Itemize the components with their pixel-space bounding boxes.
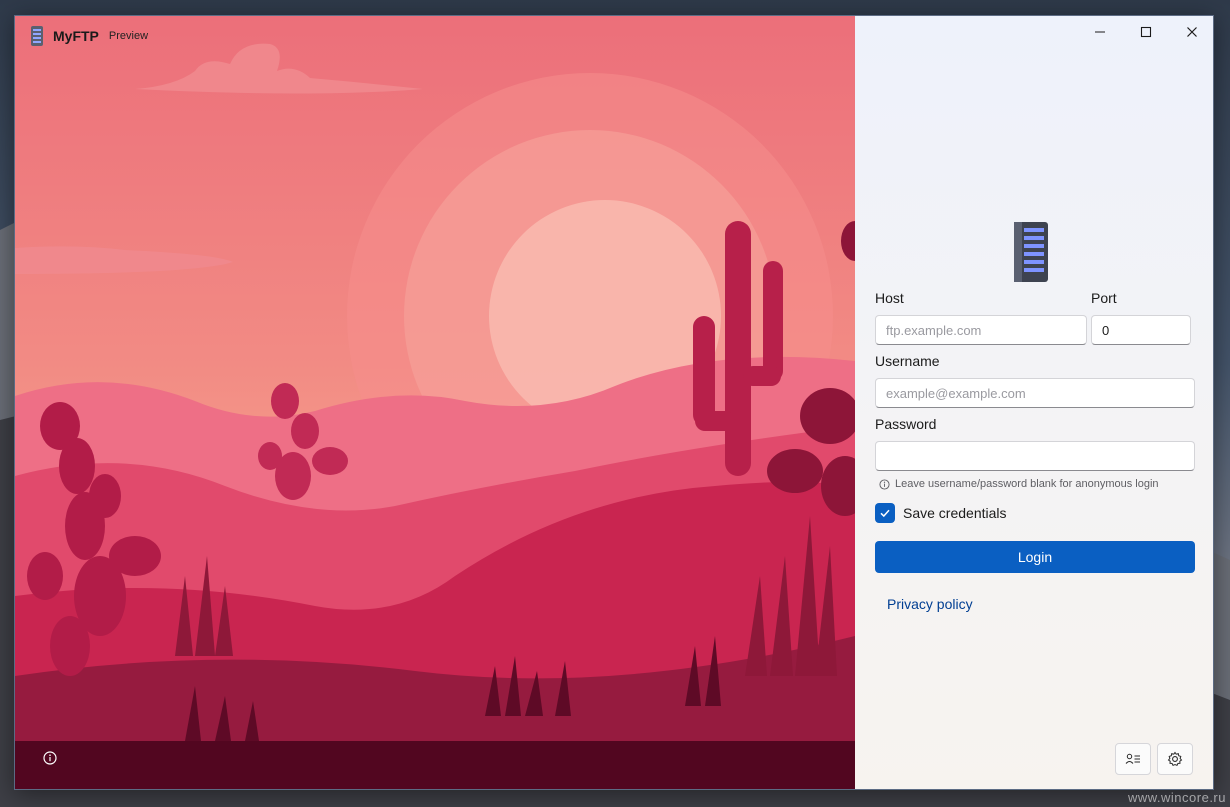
maximize-icon bbox=[1140, 26, 1152, 38]
close-button[interactable] bbox=[1169, 16, 1213, 48]
login-panel: Host Port Username Password Leave userna… bbox=[855, 16, 1213, 789]
info-icon bbox=[879, 478, 890, 490]
hint-text: Leave username/password blank for anonym… bbox=[895, 478, 1159, 490]
app-preview-badge: Preview bbox=[108, 30, 149, 42]
watermark: www.wincore.ru bbox=[1127, 790, 1226, 805]
anonymous-login-hint: Leave username/password blank for anonym… bbox=[879, 478, 1159, 490]
contact-card-icon bbox=[1125, 753, 1140, 764]
app-name: MyFTP bbox=[53, 28, 99, 44]
settings-button[interactable] bbox=[1157, 743, 1193, 775]
saved-accounts-button[interactable] bbox=[1115, 743, 1151, 775]
login-button[interactable]: Login bbox=[875, 541, 1195, 573]
about-button[interactable] bbox=[41, 749, 59, 767]
title-bar-app-info: MyFTP Preview bbox=[29, 24, 148, 48]
password-label: Password bbox=[875, 416, 937, 432]
save-credentials-label: Save credentials bbox=[903, 505, 1007, 521]
app-window: MyFTP Preview Host Port ftp.example.com … bbox=[14, 15, 1214, 790]
gear-icon bbox=[1167, 751, 1183, 767]
privacy-policy-link[interactable]: Privacy policy bbox=[887, 596, 973, 612]
port-input[interactable] bbox=[1091, 315, 1191, 345]
hero-illustration: MyFTP Preview bbox=[15, 16, 855, 789]
minimize-button[interactable] bbox=[1077, 16, 1123, 48]
save-credentials-checkbox[interactable]: Save credentials bbox=[875, 503, 1007, 523]
minimize-icon bbox=[1095, 31, 1105, 33]
checkbox-box[interactable] bbox=[875, 503, 895, 523]
maximize-button[interactable] bbox=[1123, 16, 1169, 48]
server-rack-icon bbox=[1014, 222, 1048, 282]
info-icon bbox=[43, 751, 57, 765]
host-label: Host bbox=[875, 290, 904, 306]
host-input[interactable] bbox=[875, 315, 1087, 345]
username-label: Username bbox=[875, 353, 940, 369]
username-input[interactable] bbox=[875, 378, 1195, 408]
checkmark-icon bbox=[880, 509, 890, 518]
close-icon bbox=[1187, 27, 1197, 37]
password-input[interactable] bbox=[875, 441, 1195, 471]
port-label: Port bbox=[1091, 290, 1117, 306]
server-rack-icon bbox=[31, 26, 43, 46]
